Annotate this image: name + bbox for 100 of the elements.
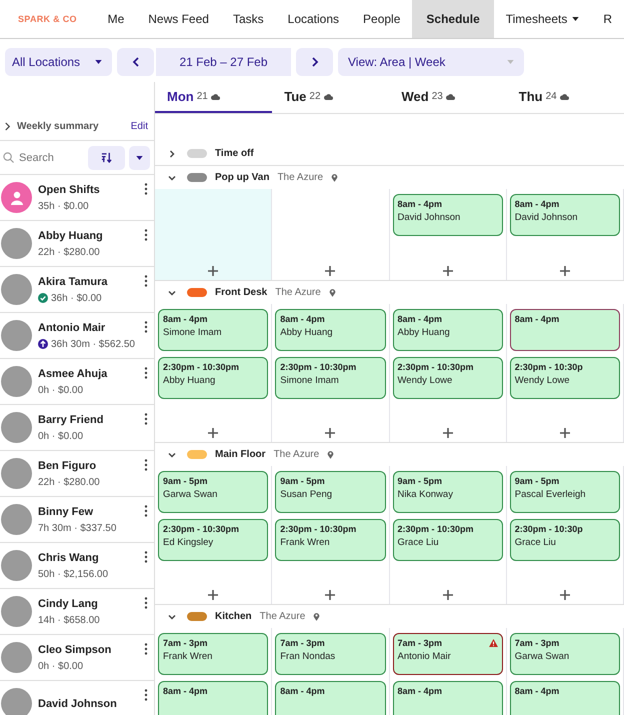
nav-tab[interactable]: Me <box>96 0 136 38</box>
day-cell[interactable]: 9am - 5pm Susan Peng 2:30pm - 10:30pm Frank Wren <box>272 466 390 604</box>
shift-card[interactable]: 2:30pm - 10:30pm Frank Wren <box>275 519 386 561</box>
day-cell[interactable]: 8am - 4pm David Johnson <box>506 189 624 280</box>
kebab-menu-icon[interactable] <box>144 643 148 655</box>
nav-tab[interactable]: Timesheets <box>494 0 592 38</box>
shift-card[interactable]: 8am - 4pm Abby Huang <box>275 309 386 351</box>
shift-card[interactable]: 8am - 4pm <box>510 681 620 715</box>
shift-card[interactable]: 8am - 4pm <box>510 309 620 351</box>
kebab-menu-icon[interactable] <box>144 321 148 333</box>
nav-tab[interactable]: People <box>351 0 412 38</box>
nav-tab[interactable]: Locations <box>276 0 352 38</box>
shift-card[interactable]: 9am - 5pm Susan Peng <box>275 471 386 513</box>
kebab-menu-icon[interactable] <box>144 551 148 563</box>
shift-card[interactable]: 9am - 5pm Pascal Everleigh <box>510 471 620 513</box>
avatar-placeholder <box>1 320 32 351</box>
shift-card[interactable]: 7am - 3pm Antonio Mair <box>392 633 503 675</box>
sort-button[interactable] <box>88 146 125 170</box>
plus-icon <box>208 266 218 276</box>
shift-card[interactable]: 2:30pm - 10:30pm Simone Imam <box>275 357 386 399</box>
edit-link[interactable]: Edit <box>130 121 148 132</box>
day-cell[interactable]: 8am - 4pm Abby Huang 2:30pm - 10:30pm Wendy Lowe <box>390 304 507 442</box>
shift-card[interactable]: 2:30pm - 10:30p Wendy Lowe <box>510 357 620 399</box>
shift-card[interactable]: 2:30pm - 10:30pm Ed Kingsley <box>158 519 268 561</box>
shift-time: 8am - 4pm <box>398 686 442 696</box>
shift-card[interactable]: 8am - 4pm Abby Huang <box>392 309 503 351</box>
add-shift-button[interactable] <box>208 590 218 600</box>
shift-card[interactable]: 8am - 4pm <box>275 681 386 715</box>
kebab-menu-icon[interactable] <box>144 413 148 425</box>
kebab-menu-icon[interactable] <box>144 689 148 701</box>
avatar-placeholder <box>1 688 32 715</box>
add-shift-button[interactable] <box>208 428 218 438</box>
kebab-menu-icon[interactable] <box>144 597 148 609</box>
nav-tab[interactable]: R <box>591 0 624 38</box>
shift-card[interactable]: 8am - 4pm Simone Imam <box>158 309 268 351</box>
kebab-menu-icon[interactable] <box>144 367 148 379</box>
search-field[interactable]: Search <box>19 152 69 164</box>
day-tab[interactable]: Mon 21 <box>155 82 272 113</box>
shift-card[interactable]: 9am - 5pm Garwa Swan <box>158 471 268 513</box>
hours-cost-text: 50h · $2,156.00 <box>38 568 108 580</box>
day-tab[interactable]: Wed 23 <box>390 82 507 113</box>
add-shift-button[interactable] <box>560 428 570 438</box>
day-tab[interactable]: Thu 24 <box>506 82 624 113</box>
kebab-menu-icon[interactable] <box>144 229 148 241</box>
nav-tab[interactable]: Schedule <box>412 0 494 38</box>
shift-card[interactable]: 2:30pm - 10:30pm Grace Liu <box>392 519 503 561</box>
kebab-menu-icon[interactable] <box>144 275 148 287</box>
hours-cost-text: 22h · $280.00 <box>38 246 100 258</box>
shift-employee-name: David Johnson <box>514 212 579 223</box>
day-cell[interactable]: 7am - 3pm Garwa Swan 8am - 4pm <box>506 628 624 715</box>
kebab-menu-icon[interactable] <box>144 183 148 195</box>
shift-card[interactable]: 2:30pm - 10:30pm Wendy Lowe <box>392 357 503 399</box>
add-shift-button[interactable] <box>325 266 336 276</box>
shift-card[interactable]: 2:30pm - 10:30p Grace Liu <box>510 519 620 561</box>
day-cell[interactable]: 7am - 3pm Frank Wren 8am - 4pm <box>155 628 272 715</box>
day-cell[interactable]: 9am - 5pm Nika Konway 2:30pm - 10:30pm Grace Liu <box>390 466 507 604</box>
plus-icon <box>560 428 570 438</box>
kebab-menu-icon[interactable] <box>144 505 148 517</box>
shift-card[interactable]: 8am - 4pm David Johnson <box>392 194 503 236</box>
shift-card[interactable]: 7am - 3pm Fran Nondas <box>275 633 386 675</box>
view-dropdown[interactable]: View: Area | Week <box>338 48 524 76</box>
date-range-button[interactable]: 21 Feb – 27 Feb <box>156 48 291 76</box>
nav-tab[interactable]: News Feed <box>136 0 221 38</box>
day-cell[interactable]: 8am - 4pm David Johnson <box>390 189 507 280</box>
day-cell[interactable] <box>155 189 272 280</box>
caret-icon <box>507 60 514 64</box>
area-name: Front Desk <box>215 287 268 298</box>
shift-card[interactable]: 9am - 5pm Nika Konway <box>392 471 503 513</box>
day-cell[interactable]: 7am - 3pm Antonio Mair 8am - 4pm <box>390 628 507 715</box>
day-cell[interactable]: 7am - 3pm Fran Nondas 8am - 4pm <box>272 628 390 715</box>
shift-card[interactable]: 8am - 4pm <box>158 681 268 715</box>
hours-cost-text: 35h · $0.00 <box>38 200 89 212</box>
add-shift-button[interactable] <box>560 590 570 600</box>
day-cell[interactable]: 8am - 4pm Abby Huang 2:30pm - 10:30pm Simone Imam <box>272 304 390 442</box>
add-shift-button[interactable] <box>442 266 453 276</box>
add-shift-button[interactable] <box>442 428 453 438</box>
hours-cost-text: 7h 30m · $337.50 <box>38 522 116 534</box>
day-tab[interactable]: Tue 22 <box>272 82 390 113</box>
kebab-menu-icon[interactable] <box>144 459 148 471</box>
shift-card[interactable]: 8am - 4pm David Johnson <box>510 194 620 236</box>
day-cell[interactable]: 8am - 4pm Simone Imam 2:30pm - 10:30pm Abby Huang <box>155 304 272 442</box>
area-name: Kitchen <box>215 611 252 622</box>
shift-card[interactable]: 7am - 3pm Frank Wren <box>158 633 268 675</box>
day-cell[interactable]: 9am - 5pm Garwa Swan 2:30pm - 10:30pm Ed Kingsley <box>155 466 272 604</box>
add-shift-button[interactable] <box>208 266 218 276</box>
add-shift-button[interactable] <box>560 266 570 276</box>
nav-tab[interactable]: Tasks <box>220 0 276 38</box>
shift-employee-name: Fran Nondas <box>280 651 336 662</box>
location-dropdown[interactable]: All Locations <box>5 48 112 76</box>
shift-card[interactable]: 7am - 3pm Garwa Swan <box>510 633 620 675</box>
shift-time: 9am - 5pm <box>514 476 560 486</box>
add-shift-button[interactable] <box>442 590 453 600</box>
day-cell[interactable]: 8am - 4pm 2:30pm - 10:30p Wendy Lowe <box>506 304 624 442</box>
chevron-right-icon[interactable] <box>4 122 11 131</box>
shift-card[interactable]: 8am - 4pm <box>392 681 503 715</box>
add-shift-button[interactable] <box>325 590 336 600</box>
sort-dropdown-button[interactable] <box>129 146 150 170</box>
add-shift-button[interactable] <box>325 428 336 438</box>
shift-card[interactable]: 2:30pm - 10:30pm Abby Huang <box>158 357 268 399</box>
day-cell[interactable]: 9am - 5pm Pascal Everleigh 2:30pm - 10:30p Grace Liu <box>506 466 624 604</box>
